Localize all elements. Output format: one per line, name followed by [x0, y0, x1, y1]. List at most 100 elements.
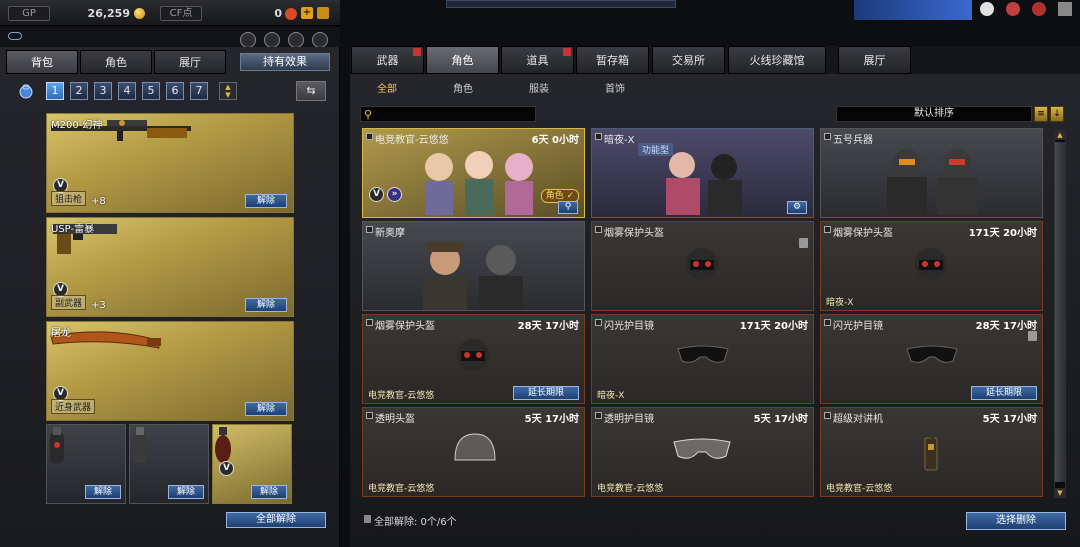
item-name: 透明护目镜	[604, 414, 654, 425]
settings-button[interactable]: ⚙	[787, 201, 807, 214]
item-checkbox[interactable]	[366, 226, 373, 233]
wings-icon[interactable]	[1032, 2, 1046, 16]
item-card[interactable]: 电竞教官-云悠悠 6天 0小时 V » 角色 ✓ ⚲	[362, 128, 585, 218]
weapon-slot-primary[interactable]: M200-幻神 V 狙击枪 +8 解除	[46, 113, 294, 213]
item-checkbox[interactable]	[595, 412, 602, 419]
effects-button[interactable]: 持有效果	[240, 53, 330, 71]
item-card[interactable]: 闪光护目镜 171天 20小时 暗夜-X	[591, 314, 814, 404]
page-button-2[interactable]: 2	[70, 82, 88, 100]
page-button-5[interactable]: 5	[142, 82, 160, 100]
tab-character[interactable]: 角色	[80, 50, 152, 74]
list-view-icon[interactable]: ≡	[1034, 106, 1048, 122]
page-button-3[interactable]: 3	[94, 82, 112, 100]
item-card[interactable]: 五号兵器	[820, 128, 1043, 218]
item-checkbox[interactable]	[366, 319, 373, 326]
swap-arrow-button[interactable]: ⇆	[296, 81, 326, 101]
tab-storage[interactable]: 暂存箱	[576, 46, 649, 74]
subtab-all[interactable]: 全部	[362, 80, 412, 96]
unequip-button[interactable]: 解除	[85, 485, 121, 499]
v-medal-icon[interactable]	[980, 2, 994, 16]
paint-icon[interactable]	[288, 32, 304, 48]
item-card[interactable]: 透明头盔 5天 17小时 电竞教官-云悠悠	[362, 407, 585, 497]
item-checkbox[interactable]	[595, 226, 602, 233]
page-button-7[interactable]: 7	[190, 82, 208, 100]
subtab-characters[interactable]: 角色	[438, 80, 488, 96]
item-card[interactable]: 透明护目镜 5天 17小时 电竞教官-云悠悠	[591, 407, 814, 497]
trash-icon[interactable]	[799, 238, 808, 248]
vip-badge-icon: V	[219, 461, 234, 476]
search-input[interactable]: ⚲	[360, 106, 536, 122]
item-time: 28天 17小时	[517, 321, 579, 332]
top-banner	[350, 0, 1080, 24]
page-button-6[interactable]: 6	[166, 82, 184, 100]
item-name: 新奥摩	[375, 228, 405, 239]
item-checkbox[interactable]	[366, 133, 373, 140]
item-card[interactable]: 暗夜-X 功能型 ⚙	[591, 128, 814, 218]
unequip-button[interactable]: 解除	[168, 485, 204, 499]
item-card[interactable]: 烟雾保护头盔 171天 20小时 暗夜-X	[820, 221, 1043, 311]
page-stepper[interactable]: ▲ ▼	[219, 82, 237, 100]
gift-icon[interactable]	[317, 7, 329, 19]
item-checkbox[interactable]	[824, 226, 831, 233]
item-checkbox[interactable]	[824, 412, 831, 419]
scroll-down-icon[interactable]: ▼	[1054, 488, 1066, 498]
throwable-slot-1[interactable]: 解除	[46, 424, 126, 504]
item-checkbox[interactable]	[824, 319, 831, 326]
item-checkbox[interactable]	[824, 133, 831, 140]
tab-hall[interactable]: 展厅	[838, 46, 911, 74]
unequip-button[interactable]: 解除	[245, 402, 287, 416]
tab-items[interactable]: 道具	[501, 46, 574, 74]
item-card[interactable]: 烟雾保护头盔	[591, 221, 814, 311]
item-checkbox[interactable]	[595, 319, 602, 326]
sort-arrow-icon[interactable]: ↓	[1050, 106, 1064, 122]
target-icon[interactable]	[1006, 2, 1020, 16]
extend-button[interactable]: 延长期限	[971, 386, 1037, 400]
extend-button[interactable]: 延长期限	[513, 386, 579, 400]
tab-characters[interactable]: 角色	[426, 46, 499, 74]
page-button-1[interactable]: 1	[46, 82, 64, 100]
subtab-costume[interactable]: 服装	[514, 80, 564, 96]
item-name: 烟雾保护头盔	[375, 321, 435, 332]
w-logo-icon[interactable]	[1058, 2, 1072, 16]
throwable-slot-2[interactable]: 解除	[129, 424, 209, 504]
preview-button[interactable]: ⚲	[558, 201, 578, 214]
weapon-name: 屠龙	[51, 328, 71, 339]
remove-all-button[interactable]: 全部解除	[226, 512, 326, 528]
cf-label: CF点	[160, 6, 202, 21]
scroll-thumb[interactable]	[1055, 142, 1065, 482]
podium-icon[interactable]	[240, 32, 256, 48]
item-card[interactable]: 烟雾保护头盔 28天 17小时 电竞教官-云悠悠 延长期限	[362, 314, 585, 404]
weapon-slot-secondary[interactable]: USP-雷暴 V 副武器 +3 解除	[46, 217, 294, 317]
weapon-bonus: +8	[91, 196, 106, 207]
promo-banner[interactable]	[854, 0, 972, 20]
unequip-button[interactable]: 解除	[251, 485, 287, 499]
unequip-button[interactable]: 解除	[245, 194, 287, 208]
weapon-slot-melee[interactable]: 屠龙 V 近身武器 解除	[46, 321, 294, 421]
tab-showroom[interactable]: 展厅	[154, 50, 226, 74]
item-checkbox[interactable]	[595, 133, 602, 140]
tab-weapons[interactable]: 武器	[351, 46, 424, 74]
page-button-4[interactable]: 4	[118, 82, 136, 100]
subtab-accessory[interactable]: 首饰	[590, 80, 640, 96]
item-checkbox[interactable]	[366, 412, 373, 419]
trash-icon[interactable]	[1028, 331, 1037, 341]
refresh-icon[interactable]	[264, 32, 280, 48]
rank-badge-icon: »	[387, 187, 402, 202]
unequip-button[interactable]: 解除	[245, 298, 287, 312]
recharge-plus-icon[interactable]: +	[301, 7, 313, 19]
item-card[interactable]: 新奥摩	[362, 221, 585, 311]
throwable-slot-3[interactable]: V 解除	[212, 424, 292, 504]
top-nav-strip	[446, 0, 676, 8]
bag-tool-icon[interactable]	[312, 32, 328, 48]
scroll-up-icon[interactable]: ▲	[1054, 130, 1066, 140]
tab-collection[interactable]: 火线珍藏馆	[728, 46, 826, 74]
new-gift-icon	[563, 48, 571, 56]
item-card[interactable]: 闪光护目镜 28天 17小时 延长期限	[820, 314, 1043, 404]
sort-dropdown[interactable]: 默认排序	[836, 106, 1032, 122]
item-time: 5天 17小时	[753, 414, 808, 425]
item-time: 171天 20小时	[739, 321, 808, 332]
select-delete-button[interactable]: 选择删除	[966, 512, 1066, 530]
item-card[interactable]: 超级对讲机 5天 17小时 电竞教官-云悠悠	[820, 407, 1043, 497]
tab-exchange[interactable]: 交易所	[652, 46, 725, 74]
tab-backpack[interactable]: 背包	[6, 50, 78, 74]
